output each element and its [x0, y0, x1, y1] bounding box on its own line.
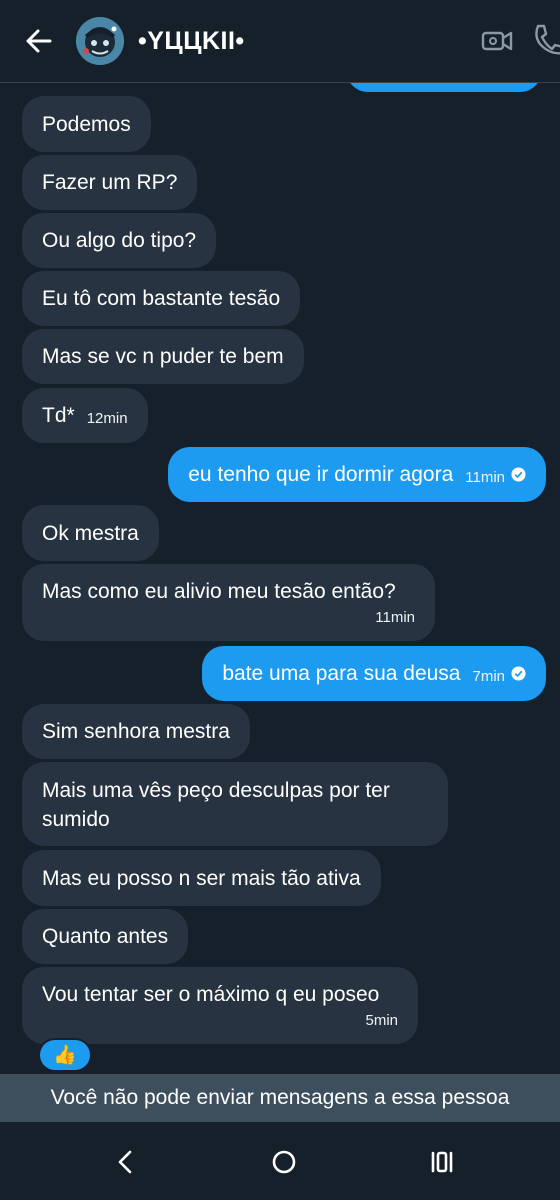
message-bubble[interactable]: Sim senhora mestra — [22, 704, 250, 759]
message-text: bate uma para sua deusa — [222, 662, 461, 685]
message-text: eu tenho que ir dormir agora — [188, 463, 454, 486]
seen-check-icon — [511, 467, 526, 482]
thumbs-up-icon: 👍 — [53, 1045, 77, 1066]
message-bubble[interactable]: Mas se vc n puder te bem — [22, 329, 304, 384]
message-text: Sim senhora mestra — [42, 720, 230, 743]
message-bubble[interactable]: Mais uma vês peço desculpas por ter sumi… — [22, 762, 448, 846]
message-text: Mas eu posso n ser mais tão ativa — [42, 866, 361, 890]
message-text: Mas como eu alivio meu tesão então? — [42, 580, 396, 603]
message-text: Ok mestra — [42, 521, 139, 545]
message-text: Td* — [42, 404, 75, 427]
avatar-image — [76, 17, 124, 65]
message-time: 12min — [86, 410, 128, 427]
message-bubble[interactable]: Vou tentar ser o máximo q eu poseo 5min — [22, 967, 418, 1044]
phone-icon[interactable] — [530, 22, 560, 58]
message-text: Podemos — [42, 112, 131, 136]
message-text: Fazer um RP? — [42, 171, 178, 194]
message-bubble[interactable]: Podemos — [22, 96, 151, 152]
recents-icon[interactable] — [424, 1144, 460, 1180]
message-bubble[interactable]: eu tenho que ir dormir agora 11min — [168, 447, 546, 502]
message-time: 7min — [472, 668, 505, 685]
avatar[interactable] — [76, 17, 124, 65]
message-time: 11min — [375, 609, 415, 626]
message-bubble[interactable]: Ok mestra — [22, 505, 159, 561]
message-text: Vou tentar ser o máximo q eu poseo — [42, 983, 380, 1006]
message-text: Mais uma vês peço desculpas por ter sumi… — [42, 779, 390, 831]
message-bubble[interactable]: Fazer um RP? — [22, 155, 198, 210]
chat-header: •YЦЦKII• — [0, 0, 560, 83]
message-bubble[interactable]: Td* 12min — [22, 388, 148, 443]
contact-name[interactable]: •YЦЦKII• — [138, 27, 245, 56]
seen-check-icon — [511, 666, 526, 681]
message-text: Ou algo do tipo? — [42, 229, 197, 252]
message-bubble[interactable]: Mas como eu alivio meu tesão então? 11mi… — [22, 564, 435, 641]
cannot-send-notice: Você não pode enviar mensagens a essa pe… — [0, 1074, 560, 1122]
message-list: Podemos Fazer um RP? Ou algo do tipo? Eu… — [0, 0, 560, 1120]
system-navigation-bar — [0, 1122, 560, 1200]
message-bubble[interactable]: Mas eu posso n ser mais tão ativa — [22, 850, 381, 906]
message-text: Quanto antes — [42, 925, 169, 948]
message-bubble[interactable]: Quanto antes — [22, 909, 189, 964]
message-text: Eu tô com bastante tesão — [42, 287, 281, 310]
message-text: Mas se vc n puder te bem — [42, 345, 284, 368]
message-bubble[interactable]: Eu tô com bastante tesão — [22, 271, 301, 326]
video-camera-icon[interactable] — [480, 24, 514, 58]
circle-home-icon[interactable] — [266, 1144, 302, 1180]
message-bubble[interactable]: Ou algo do tipo? — [22, 213, 217, 268]
message-time: 11min — [465, 469, 505, 486]
arrow-left-icon[interactable] — [22, 24, 56, 58]
message-bubble[interactable]: bate uma para sua deusa 7min — [202, 646, 546, 701]
message-time: 5min — [365, 1012, 398, 1029]
thumbs-up-reaction[interactable]: 👍 — [40, 1040, 90, 1070]
chevron-left-icon[interactable] — [108, 1144, 144, 1180]
